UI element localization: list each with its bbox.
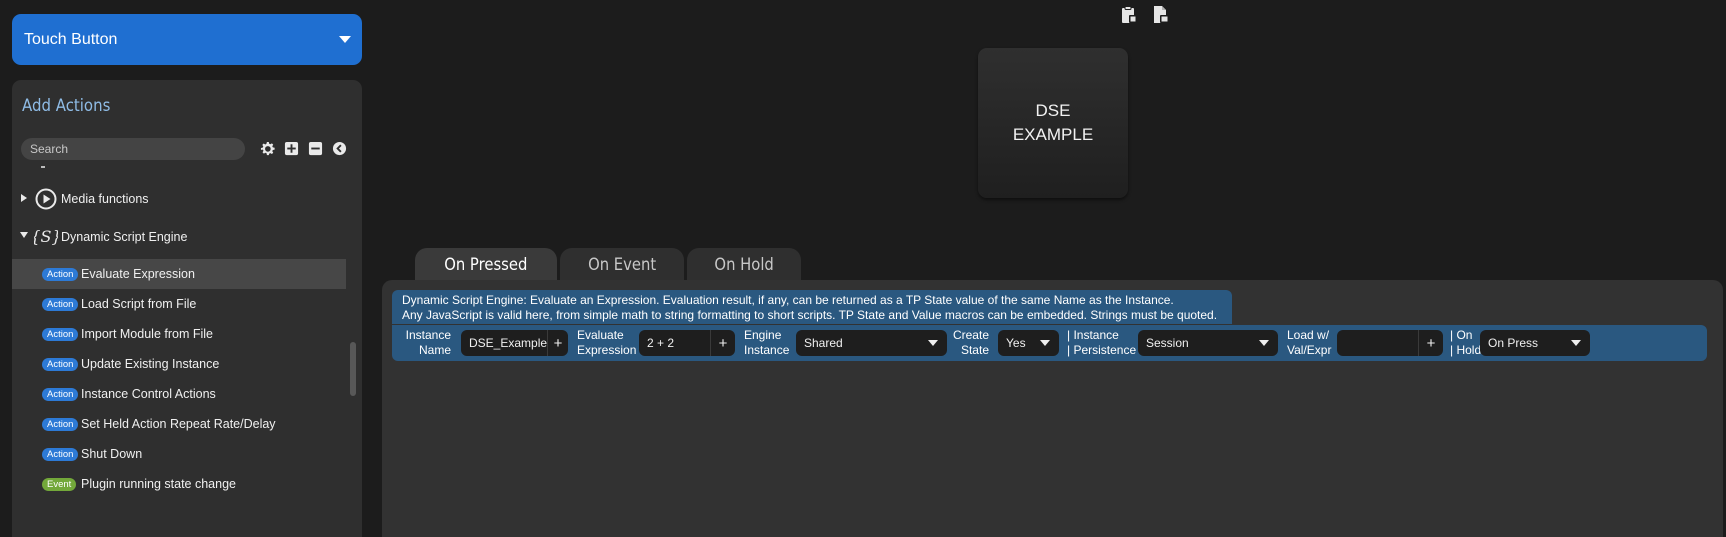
load-value-field[interactable]: + bbox=[1337, 330, 1443, 356]
button-preview[interactable]: DSE EXAMPLE bbox=[978, 48, 1128, 198]
clipboard-paste-icon[interactable] bbox=[1120, 5, 1138, 25]
script-braces-icon: {S} bbox=[34, 225, 58, 249]
chevron-down-icon bbox=[928, 340, 938, 346]
tree-toolbar bbox=[259, 140, 348, 157]
tree-divider bbox=[41, 166, 45, 168]
action-label: Set Held Action Repeat Rate/Delay bbox=[81, 417, 276, 431]
engine-instance-value: Shared bbox=[804, 336, 843, 350]
panel-title: Add Actions bbox=[22, 96, 111, 116]
svg-text:{S}: {S} bbox=[34, 227, 58, 246]
description-line: Any JavaScript is valid here, from simpl… bbox=[402, 308, 1218, 322]
tab-on-hold[interactable]: On Hold bbox=[686, 248, 802, 282]
chevron-down-icon bbox=[1571, 340, 1581, 346]
on-hold-select[interactable]: On Press bbox=[1480, 330, 1590, 356]
action-shut-down[interactable]: Action Shut Down bbox=[12, 439, 346, 469]
action-parameters: Instance Name DSE_Example + Evaluate Exp… bbox=[392, 325, 1707, 361]
event-label: Plugin running state change bbox=[81, 477, 236, 491]
description-line: Dynamic Script Engine: Evaluate an Expre… bbox=[402, 293, 1174, 307]
instance-name-label: Instance Name bbox=[405, 328, 451, 357]
actions-content-panel: Dynamic Script Engine: Evaluate an Expre… bbox=[382, 280, 1723, 537]
event-plugin-running-state-change[interactable]: Event Plugin running state change bbox=[12, 469, 346, 499]
play-circle-icon bbox=[34, 187, 58, 211]
search-input[interactable] bbox=[21, 138, 245, 160]
instance-persistence-value: Session bbox=[1146, 336, 1189, 350]
action-label: Load Script from File bbox=[81, 297, 197, 311]
tab-on-event[interactable]: On Event bbox=[559, 248, 684, 282]
insert-macro-button[interactable]: + bbox=[710, 330, 735, 356]
action-instance-control-actions[interactable]: Action Instance Control Actions bbox=[12, 379, 346, 409]
on-hold-label: | On | Hold bbox=[1450, 328, 1482, 357]
on-hold-value: On Press bbox=[1488, 336, 1539, 350]
action-label: Shut Down bbox=[81, 447, 143, 461]
action-description: Dynamic Script Engine: Evaluate an Expre… bbox=[392, 290, 1232, 324]
action-label: Import Module from File bbox=[81, 327, 213, 341]
action-load-script-from-file[interactable]: Action Load Script from File bbox=[12, 289, 346, 319]
collapse-arrow-icon[interactable] bbox=[20, 232, 28, 238]
action-set-held-repeat-rate[interactable]: Action Set Held Action Repeat Rate/Delay bbox=[12, 409, 346, 439]
chevron-down-icon bbox=[339, 36, 351, 43]
expand-arrow-icon[interactable] bbox=[21, 194, 27, 202]
action-update-existing-instance[interactable]: Action Update Existing Instance bbox=[12, 349, 346, 379]
tab-label: On Hold bbox=[714, 255, 774, 275]
category-dynamic-script-engine[interactable]: {S} Dynamic Script Engine bbox=[12, 220, 346, 254]
category-label: Dynamic Script Engine bbox=[61, 230, 188, 244]
engine-instance-select[interactable]: Shared bbox=[796, 330, 947, 356]
evaluate-expression-value: 2 + 2 bbox=[647, 336, 675, 350]
gear-icon[interactable] bbox=[259, 140, 276, 157]
create-state-value: Yes bbox=[1006, 336, 1026, 350]
instance-name-field[interactable]: DSE_Example + bbox=[461, 330, 568, 356]
action-label: Evaluate Expression bbox=[81, 267, 195, 281]
instance-name-value: DSE_Example bbox=[469, 336, 548, 350]
tab-on-pressed[interactable]: On Pressed bbox=[415, 248, 557, 282]
category-media-functions[interactable]: Media functions bbox=[12, 182, 346, 216]
action-badge: Action bbox=[42, 267, 79, 281]
action-tabs: On Pressed On Event On Hold bbox=[415, 248, 802, 282]
event-badge: Event bbox=[42, 477, 77, 491]
scrollbar-thumb[interactable] bbox=[350, 342, 356, 396]
collapse-panel-icon[interactable] bbox=[331, 140, 348, 157]
actions-tree: Media functions {S} Dynamic Script Engin… bbox=[12, 162, 362, 537]
chevron-down-icon bbox=[1259, 340, 1269, 346]
create-state-label: Create State bbox=[952, 328, 989, 357]
action-evaluate-expression[interactable]: Action Evaluate Expression bbox=[12, 259, 346, 289]
action-badge: Action bbox=[42, 297, 79, 311]
instance-persistence-select[interactable]: Session bbox=[1138, 330, 1278, 356]
collapse-all-icon[interactable] bbox=[307, 140, 324, 157]
tab-label: On Event bbox=[587, 255, 656, 275]
action-badge: Action bbox=[42, 357, 79, 371]
button-type-label: Touch Button bbox=[24, 30, 118, 48]
add-actions-panel: Add Actions Media functions {S} bbox=[12, 80, 362, 537]
action-badge: Action bbox=[42, 447, 79, 461]
evaluate-expression-field[interactable]: 2 + 2 + bbox=[639, 330, 735, 356]
load-value-label: Load w/ Val/Expr bbox=[1287, 328, 1332, 357]
action-label: Update Existing Instance bbox=[81, 357, 220, 371]
action-badge: Action bbox=[42, 327, 79, 341]
category-label: Media functions bbox=[61, 192, 149, 206]
document-paste-icon[interactable] bbox=[1152, 5, 1170, 25]
action-badge: Action bbox=[42, 387, 79, 401]
insert-macro-button[interactable]: + bbox=[1418, 330, 1443, 356]
action-import-module-from-file[interactable]: Action Import Module from File bbox=[12, 319, 346, 349]
create-state-select[interactable]: Yes bbox=[998, 330, 1059, 356]
button-type-select[interactable]: Touch Button bbox=[12, 14, 362, 65]
tab-label: On Pressed bbox=[444, 255, 528, 275]
chevron-down-icon bbox=[1040, 340, 1050, 346]
evaluate-expression-label: Evaluate Expression bbox=[577, 328, 637, 357]
engine-instance-label: Engine Instance bbox=[744, 328, 790, 357]
action-label: Instance Control Actions bbox=[81, 387, 216, 401]
expand-all-icon[interactable] bbox=[283, 140, 300, 157]
action-badge: Action bbox=[42, 417, 79, 431]
insert-macro-button[interactable]: + bbox=[547, 330, 568, 356]
instance-persistence-label: | Instance | Persistence bbox=[1067, 328, 1137, 357]
